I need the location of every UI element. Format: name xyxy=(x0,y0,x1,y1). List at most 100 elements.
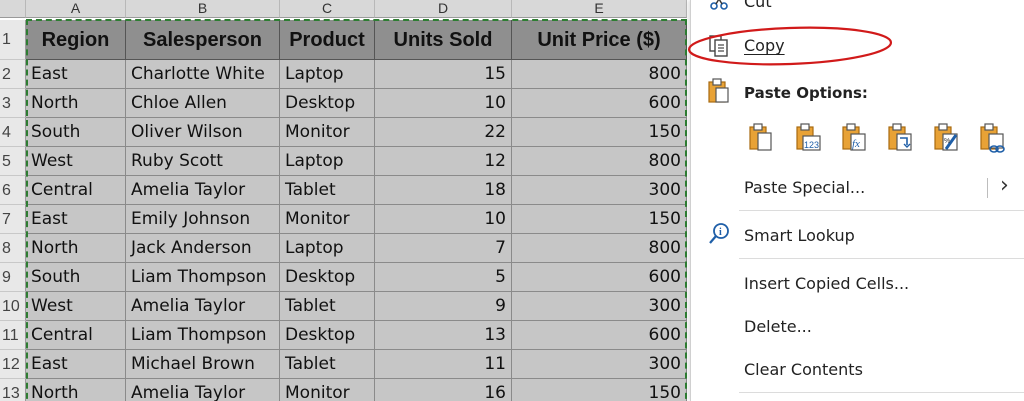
table-cell[interactable]: 18 xyxy=(375,176,512,205)
menu-item-clear-contents[interactable]: Clear Contents xyxy=(691,356,1024,384)
table-header-cell[interactable]: Units Sold xyxy=(375,20,512,60)
table-cell[interactable]: Charlotte White xyxy=(126,60,280,89)
row-header[interactable]: 1 xyxy=(0,20,26,60)
menu-separator xyxy=(739,392,1024,393)
table-cell[interactable]: Chloe Allen xyxy=(126,89,280,118)
table-cell[interactable]: East xyxy=(26,350,126,379)
row-header[interactable]: 6 xyxy=(0,176,26,205)
row-header[interactable]: 5 xyxy=(0,147,26,176)
menu-item-copy[interactable]: Copy xyxy=(691,32,1024,60)
row-header[interactable]: 3 xyxy=(0,89,26,118)
select-all-corner[interactable] xyxy=(0,0,26,18)
table-cell[interactable]: West xyxy=(26,292,126,321)
column-header[interactable]: D xyxy=(375,0,512,18)
table-cell[interactable]: Tablet xyxy=(280,176,375,205)
table-cell[interactable]: 300 xyxy=(512,350,687,379)
table-cell[interactable]: Monitor xyxy=(280,205,375,234)
table-cell[interactable]: 9 xyxy=(375,292,512,321)
table-cell[interactable]: Oliver Wilson xyxy=(126,118,280,147)
table-cell[interactable]: 800 xyxy=(512,147,687,176)
paste-options-label: Paste Options: xyxy=(744,84,868,102)
paste-values-icon[interactable]: 123 xyxy=(794,122,824,154)
table-cell[interactable]: North xyxy=(26,379,126,401)
table-cell[interactable]: 12 xyxy=(375,147,512,176)
table-cell[interactable]: Laptop xyxy=(280,60,375,89)
column-header[interactable]: C xyxy=(280,0,375,18)
column-header[interactable]: E xyxy=(512,0,687,18)
column-header[interactable]: A xyxy=(26,0,126,18)
table-cell[interactable]: 800 xyxy=(512,234,687,263)
table-cell[interactable]: Laptop xyxy=(280,147,375,176)
row-header[interactable]: 12 xyxy=(0,350,26,379)
row-header[interactable]: 8 xyxy=(0,234,26,263)
row-header[interactable]: 9 xyxy=(0,263,26,292)
table-cell[interactable]: Emily Johnson xyxy=(126,205,280,234)
table-cell[interactable]: 300 xyxy=(512,176,687,205)
table-cell[interactable]: 13 xyxy=(375,321,512,350)
table-cell[interactable]: Central xyxy=(26,176,126,205)
table-cell[interactable]: Central xyxy=(26,321,126,350)
table-cell[interactable]: Monitor xyxy=(280,379,375,401)
row-header[interactable]: 2 xyxy=(0,60,26,89)
table-cell[interactable]: 600 xyxy=(512,263,687,292)
menu-item-insert-copied-cells[interactable]: Insert Copied Cells... xyxy=(691,270,1024,298)
column-header[interactable]: B xyxy=(126,0,280,18)
table-cell[interactable]: North xyxy=(26,89,126,118)
table-cell[interactable]: Liam Thompson xyxy=(126,321,280,350)
menu-item-delete[interactable]: Delete... xyxy=(691,313,1024,341)
table-cell[interactable]: 7 xyxy=(375,234,512,263)
menu-item-cut[interactable]: Cut xyxy=(691,0,1024,16)
row-header[interactable]: 13 xyxy=(0,379,26,401)
row-header[interactable]: 7 xyxy=(0,205,26,234)
paste-formulas-icon[interactable]: fx xyxy=(840,122,870,154)
paste-formatting-icon[interactable]: % xyxy=(932,122,962,154)
paste-link-icon[interactable] xyxy=(978,122,1008,154)
table-cell[interactable]: 5 xyxy=(375,263,512,292)
table-cell[interactable]: Ruby Scott xyxy=(126,147,280,176)
table-cell[interactable]: Amelia Taylor xyxy=(126,292,280,321)
table-cell[interactable]: 15 xyxy=(375,60,512,89)
table-header-cell[interactable]: Salesperson xyxy=(126,20,280,60)
table-cell[interactable]: Tablet xyxy=(280,350,375,379)
table-cell[interactable]: Monitor xyxy=(280,118,375,147)
table-cell[interactable]: 600 xyxy=(512,321,687,350)
menu-item-smart-lookup[interactable]: i Smart Lookup xyxy=(691,222,1024,250)
svg-text:fx: fx xyxy=(852,138,860,150)
row-header[interactable]: 10 xyxy=(0,292,26,321)
table-cell[interactable]: 10 xyxy=(375,89,512,118)
table-cell[interactable]: Desktop xyxy=(280,321,375,350)
table-header-cell[interactable]: Product xyxy=(280,20,375,60)
table-cell[interactable]: Amelia Taylor xyxy=(126,176,280,205)
row-header[interactable]: 11 xyxy=(0,321,26,350)
table-cell[interactable]: 150 xyxy=(512,205,687,234)
table-cell[interactable]: Laptop xyxy=(280,234,375,263)
table-cell[interactable]: 10 xyxy=(375,205,512,234)
table-cell[interactable]: Desktop xyxy=(280,89,375,118)
table-cell[interactable]: East xyxy=(26,60,126,89)
table-cell[interactable]: 22 xyxy=(375,118,512,147)
table-cell[interactable]: 800 xyxy=(512,60,687,89)
table-cell[interactable]: South xyxy=(26,118,126,147)
table-cell[interactable]: 16 xyxy=(375,379,512,401)
table-cell[interactable]: North xyxy=(26,234,126,263)
table-cell[interactable]: Amelia Taylor xyxy=(126,379,280,401)
table-cell[interactable]: 150 xyxy=(512,379,687,401)
table-cell[interactable]: 600 xyxy=(512,89,687,118)
table-cell[interactable]: 150 xyxy=(512,118,687,147)
table-cell[interactable]: 300 xyxy=(512,292,687,321)
table-cell[interactable]: Tablet xyxy=(280,292,375,321)
row-header[interactable]: 4 xyxy=(0,118,26,147)
table-cell[interactable]: West xyxy=(26,147,126,176)
table-cell[interactable]: Michael Brown xyxy=(126,350,280,379)
menu-item-paste-special[interactable]: Paste Special... › xyxy=(691,173,1024,202)
table-header-cell[interactable]: Unit Price ($) xyxy=(512,20,687,60)
paste-icon[interactable] xyxy=(747,122,777,154)
table-cell[interactable]: South xyxy=(26,263,126,292)
table-cell[interactable]: 11 xyxy=(375,350,512,379)
paste-transpose-icon[interactable] xyxy=(886,122,916,154)
table-cell[interactable]: Liam Thompson xyxy=(126,263,280,292)
table-header-cell[interactable]: Region xyxy=(26,20,126,60)
table-cell[interactable]: Jack Anderson xyxy=(126,234,280,263)
table-cell[interactable]: East xyxy=(26,205,126,234)
table-cell[interactable]: Desktop xyxy=(280,263,375,292)
